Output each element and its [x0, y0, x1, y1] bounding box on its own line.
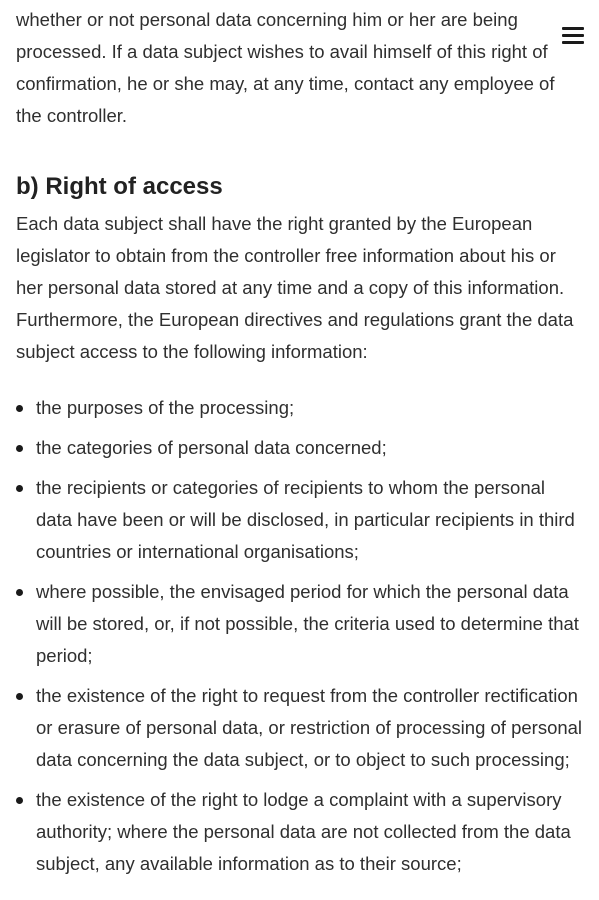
bullet-icon: [16, 693, 23, 700]
list-item: where possible, the envisaged period for…: [16, 576, 584, 672]
intro-paragraph: whether or not personal data concerning …: [16, 9, 555, 126]
menu-bar: [562, 34, 584, 37]
bullet-icon: [16, 797, 23, 804]
menu-bar: [562, 27, 584, 30]
list-item: the existence of the right to lodge a co…: [16, 784, 584, 880]
page-content: whether or not personal data concerning …: [16, 4, 584, 888]
bullet-icon: [16, 405, 23, 412]
list-item-text: the existence of the right to request fr…: [36, 685, 583, 770]
bullet-icon: [16, 485, 23, 492]
list-item: the categories of personal data concerne…: [16, 432, 584, 464]
list-item-text: the purposes of the processing;: [36, 397, 295, 418]
list-item-text: the categories of personal data concerne…: [36, 437, 387, 458]
bullet-icon: [16, 589, 23, 596]
hamburger-menu-icon[interactable]: [562, 25, 584, 45]
list-item: the existence of the right to request fr…: [16, 680, 584, 776]
section-heading: b) Right of access: [16, 173, 223, 200]
bullet-icon: [16, 445, 23, 452]
list-item-text: where possible, the envisaged period for…: [36, 581, 579, 666]
list-item-text: the existence of the right to lodge a co…: [36, 789, 571, 874]
bullet-list: the purposes of the processing; the cate…: [16, 392, 584, 880]
section-paragraph: Each data subject shall have the right g…: [16, 213, 574, 362]
list-item: the purposes of the processing;: [16, 392, 584, 424]
list-item-text: the recipients or categories of recipien…: [36, 477, 575, 562]
menu-bar: [562, 41, 584, 44]
list-item: the recipients or categories of recipien…: [16, 472, 584, 568]
